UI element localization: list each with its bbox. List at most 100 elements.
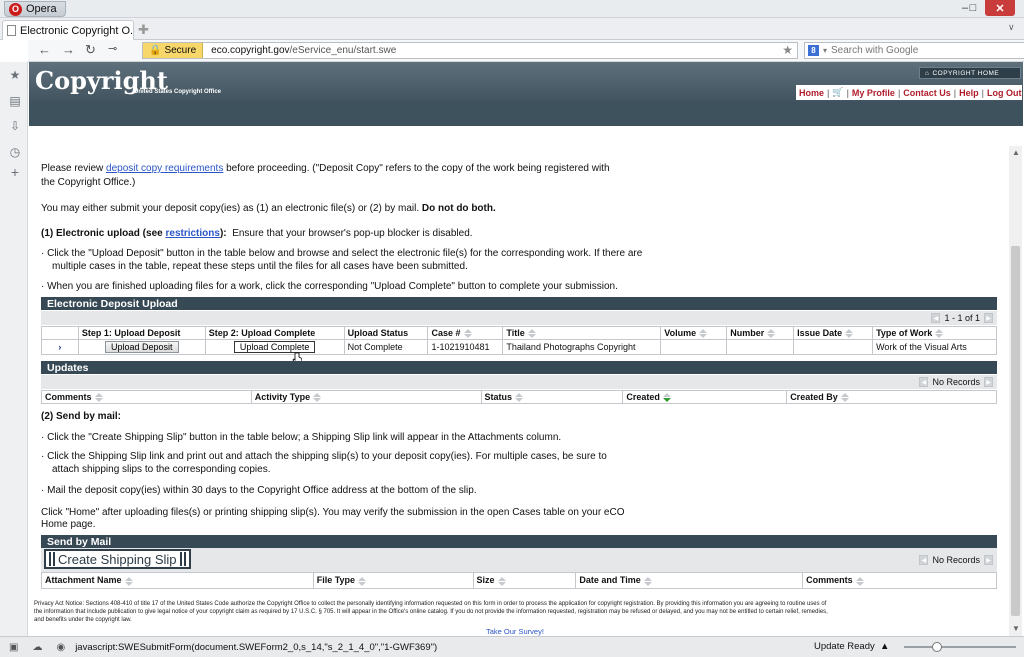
upload-deposit-button[interactable]: Upload Deposit bbox=[105, 341, 179, 354]
take-our-survey-link[interactable]: Take Our Survey! bbox=[486, 627, 544, 636]
navigation-bar: ← → ↻ ⊸ 🔒 Secure eco.copyright.gov/eServi… bbox=[28, 40, 1024, 62]
col-upload-status: Upload Status bbox=[343, 325, 429, 341]
sort-icon[interactable] bbox=[94, 393, 105, 403]
notes-icon[interactable]: ▤ bbox=[8, 94, 22, 108]
col-file-type[interactable]: File Type bbox=[312, 572, 474, 589]
sort-icon[interactable] bbox=[840, 393, 851, 403]
col-comments[interactable]: Comments bbox=[41, 389, 252, 405]
col-title[interactable]: Title bbox=[502, 325, 662, 341]
upload-complete-button[interactable]: Upload Complete bbox=[233, 341, 316, 354]
scroll-down-icon[interactable]: ▼ bbox=[1012, 624, 1020, 633]
sort-icon[interactable] bbox=[124, 576, 135, 586]
nav-home[interactable]: Home bbox=[796, 88, 827, 98]
next-page-icon[interactable]: ▶ bbox=[984, 555, 993, 565]
close-window-button[interactable]: ✕ bbox=[985, 0, 1015, 16]
create-shipping-slip-button[interactable]: Create Shipping Slip bbox=[44, 549, 191, 569]
zoom-slider-knob[interactable] bbox=[932, 642, 942, 652]
scrollbar-thumb[interactable] bbox=[1011, 246, 1020, 616]
sort-icon[interactable] bbox=[698, 329, 709, 339]
attachments-table: Attachment Name File Type Size Date and … bbox=[41, 572, 997, 589]
upload-pager: ◀ 1 - 1 of 1 ▶ bbox=[41, 311, 997, 325]
page-scrollbar[interactable]: ▲ ▼ bbox=[1009, 146, 1022, 636]
sort-icon[interactable] bbox=[312, 393, 323, 403]
opera-logo-icon: O bbox=[9, 2, 22, 16]
speed-dial-icon[interactable]: ◉ bbox=[56, 642, 65, 653]
select-column-header bbox=[41, 325, 79, 341]
zoom-slider[interactable] bbox=[904, 642, 1016, 652]
update-ready-status[interactable]: Update Ready ▲ bbox=[814, 641, 889, 652]
table-row[interactable]: › Upload Deposit Upload Complete Not Com… bbox=[41, 339, 997, 356]
copyright-home-button[interactable]: ⌂ COPYRIGHT HOME bbox=[919, 67, 1021, 79]
col-number[interactable]: Number bbox=[726, 325, 795, 341]
intro-line-3: You may either submit your deposit copy(… bbox=[41, 203, 496, 214]
sort-icon[interactable] bbox=[463, 329, 474, 339]
sort-icon[interactable] bbox=[934, 329, 945, 339]
col-date-and-time[interactable]: Date and Time bbox=[575, 572, 804, 589]
copyright-logo-subtitle: United States Copyright Office bbox=[134, 89, 222, 95]
next-page-icon[interactable]: ▶ bbox=[984, 377, 993, 387]
col-size[interactable]: Size bbox=[472, 572, 577, 589]
sort-icon[interactable] bbox=[855, 576, 866, 586]
nav-my-profile[interactable]: My Profile bbox=[849, 88, 898, 98]
tab-electronic-copyright[interactable]: Electronic Copyright O... ✕ bbox=[2, 20, 134, 40]
panel-toggle-icon[interactable]: ▣ bbox=[9, 642, 18, 653]
history-clock-icon[interactable]: ◷ bbox=[8, 145, 22, 159]
sort-icon[interactable] bbox=[527, 329, 538, 339]
cart-icon[interactable]: 🛒 bbox=[829, 87, 846, 98]
bookmarks-star-icon[interactable]: ★ bbox=[8, 68, 22, 82]
url-host: eco.copyright.gov bbox=[211, 45, 290, 56]
back-icon[interactable]: ← bbox=[38, 42, 51, 57]
search-engine-chevron-icon[interactable]: ▾ bbox=[823, 46, 827, 55]
lock-icon: 🔒 bbox=[149, 45, 162, 56]
sort-icon[interactable] bbox=[357, 576, 368, 586]
sort-icon[interactable] bbox=[766, 329, 777, 339]
prev-page-icon[interactable]: ◀ bbox=[919, 377, 929, 387]
home-note-2: Home page. bbox=[41, 519, 96, 530]
sort-icon[interactable] bbox=[497, 576, 508, 586]
nav-help[interactable]: Help bbox=[956, 88, 982, 98]
nav-log-out[interactable]: Log Out bbox=[984, 88, 1024, 98]
bookmark-star-icon[interactable]: ★ bbox=[782, 43, 793, 57]
col-type-of-work[interactable]: Type of Work bbox=[872, 325, 997, 341]
sort-icon[interactable] bbox=[514, 393, 525, 403]
upload-pager-count: 1 - 1 of 1 bbox=[944, 313, 980, 323]
reload-icon[interactable]: ↻ bbox=[85, 42, 96, 58]
cell-case-number: 1-1021910481 bbox=[427, 339, 504, 356]
secure-badge[interactable]: 🔒 Secure bbox=[143, 43, 204, 58]
mail-bullet-1: · Click the "Create Shipping Slip" butto… bbox=[41, 432, 562, 443]
col-created-by[interactable]: Created By bbox=[786, 389, 997, 405]
col-status[interactable]: Status bbox=[480, 389, 624, 405]
restrictions-link[interactable]: restrictions bbox=[165, 228, 219, 239]
row-selector-chevron-icon[interactable]: › bbox=[41, 339, 79, 356]
scroll-up-icon[interactable]: ▲ bbox=[1012, 148, 1020, 157]
mail-bullet-2a: · Click the Shipping Slip link and print… bbox=[41, 451, 607, 462]
add-panel-icon[interactable]: + bbox=[8, 164, 22, 180]
key-icon[interactable]: ⊸ bbox=[108, 42, 117, 55]
search-box[interactable]: 8 ▾ Search with Google bbox=[804, 42, 1024, 59]
sort-descending-icon[interactable] bbox=[662, 393, 673, 403]
attachments-table-header: Attachment Name File Type Size Date and … bbox=[41, 572, 997, 589]
prev-page-icon[interactable]: ◀ bbox=[919, 555, 929, 565]
sort-icon[interactable] bbox=[643, 576, 654, 586]
forward-icon[interactable]: → bbox=[62, 42, 75, 57]
deposit-copy-requirements-link[interactable]: deposit copy requirements bbox=[106, 163, 223, 174]
maximize-button[interactable]: □ bbox=[962, 0, 984, 16]
cloud-icon[interactable]: ☁ bbox=[32, 642, 42, 653]
col-created[interactable]: Created bbox=[622, 389, 788, 405]
new-tab-button[interactable]: ✚ bbox=[138, 22, 149, 38]
tab-menu-chevron-icon[interactable]: ∨ bbox=[1008, 22, 1015, 33]
prev-page-icon[interactable]: ◀ bbox=[931, 313, 941, 323]
address-bar[interactable]: 🔒 Secure eco.copyright.gov/eService_enu/s… bbox=[142, 42, 798, 59]
col-attachment-name[interactable]: Attachment Name bbox=[41, 572, 314, 589]
col-issue-date[interactable]: Issue Date bbox=[793, 325, 874, 341]
opera-menu-button[interactable]: O Opera bbox=[4, 1, 66, 17]
col-attachment-comments[interactable]: Comments bbox=[802, 572, 997, 589]
next-page-icon[interactable]: ▶ bbox=[984, 313, 993, 323]
col-case[interactable]: Case # bbox=[427, 325, 504, 341]
col-volume[interactable]: Volume bbox=[660, 325, 728, 341]
sort-icon[interactable] bbox=[844, 329, 855, 339]
downloads-icon[interactable]: ⇩ bbox=[8, 119, 22, 133]
col-activity-type[interactable]: Activity Type bbox=[250, 389, 482, 405]
nav-contact-us[interactable]: Contact Us bbox=[900, 88, 954, 98]
google-icon: 8 bbox=[808, 45, 819, 56]
